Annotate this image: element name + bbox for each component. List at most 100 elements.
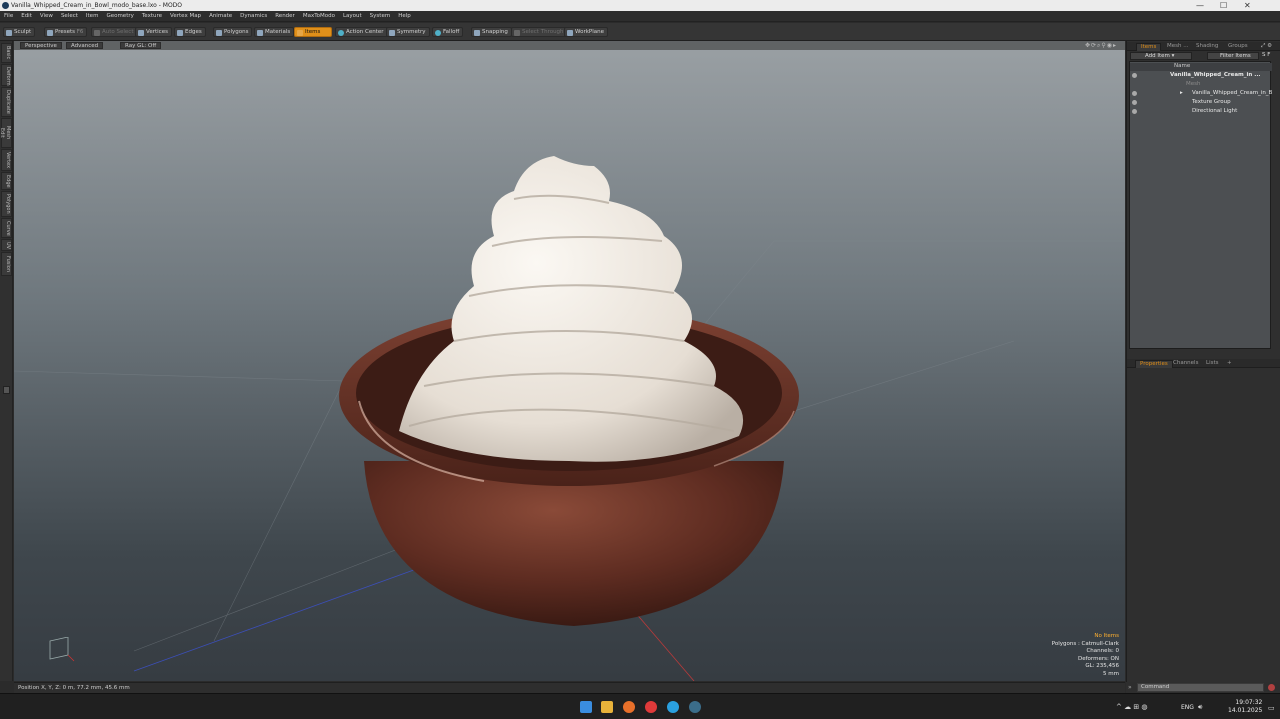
filter-items-field[interactable]: Filter Items: [1207, 52, 1259, 60]
tab-fusion[interactable]: Fusion: [1, 252, 12, 276]
menu-select[interactable]: Select: [57, 11, 82, 19]
menu-help[interactable]: Help: [394, 11, 415, 19]
hud-channels: Channels: 0: [1086, 648, 1119, 654]
tray-icons[interactable]: ^ ☁ ⊞ ◍: [1116, 703, 1148, 711]
symmetry-icon: [389, 30, 395, 36]
properties-tab-bar: Properties Channels Lists +: [1127, 359, 1280, 368]
status-bar: Position X, Y, Z: 0 m, 77.2 mm, 45.6 mm: [14, 682, 1125, 693]
tab-items[interactable]: Items: [1136, 43, 1162, 51]
filter-options-icon[interactable]: S F: [1262, 52, 1278, 60]
tab-mesh-edit[interactable]: Mesh Edit: [0, 118, 12, 148]
language-indicator[interactable]: ENG: [1181, 704, 1194, 711]
tab-basic[interactable]: Basic: [1, 43, 12, 63]
menu-vertex-map[interactable]: Vertex Map: [166, 11, 205, 19]
tab-deform[interactable]: Deform: [1, 64, 12, 86]
modo-taskbar-icon[interactable]: [689, 701, 701, 713]
symmetry-button[interactable]: Symmetry: [386, 27, 430, 37]
tab-properties[interactable]: Properties: [1135, 360, 1173, 368]
tab-groups[interactable]: Groups: [1224, 43, 1252, 51]
minimize-button[interactable]: —: [1196, 1, 1204, 10]
menu-layout[interactable]: Layout: [339, 11, 366, 19]
hud-unit: 5 mm: [1103, 670, 1119, 677]
tab-curve[interactable]: Curve: [1, 218, 12, 238]
yandex-icon[interactable]: [645, 701, 657, 713]
telegram-icon[interactable]: [667, 701, 679, 713]
presets-button[interactable]: Presets F6: [44, 27, 88, 37]
menu-file[interactable]: File: [0, 11, 17, 19]
select-through-button[interactable]: Select Through: [511, 27, 568, 37]
menu-system[interactable]: System: [366, 11, 395, 19]
viewport-nav-icons[interactable]: ✥⟳⌕⚲◉▸: [1085, 42, 1117, 50]
position-readout: Position X, Y, Z: 0 m, 77.2 mm, 45.6 mm: [18, 685, 130, 691]
menu-item[interactable]: Item: [82, 11, 103, 19]
window-title: Vanilla_Whipped_Cream_in_Bowl_modo_base.…: [11, 2, 183, 9]
menu-maxtomodo[interactable]: MaxToModo: [299, 11, 339, 19]
sculpt-button[interactable]: Sculpt: [3, 27, 36, 37]
list-item[interactable]: ▸ Vanilla_Whipped_Cream_in_B: [1130, 90, 1272, 98]
visibility-eye-icon[interactable]: [1132, 109, 1137, 114]
add-item-dropdown[interactable]: Add Item ▾: [1130, 52, 1192, 60]
command-input[interactable]: Command: [1137, 683, 1264, 692]
menu-bar: File Edit View Select Item Geometry Texture Ver…: [0, 11, 1280, 22]
presets-icon: [47, 30, 53, 36]
tab-channels[interactable]: Channels: [1169, 360, 1202, 368]
list-item[interactable]: Vanilla_Whipped_Cream_in ...: [1130, 72, 1272, 80]
tab-edge[interactable]: Edge: [1, 172, 12, 190]
visibility-eye-icon[interactable]: [1132, 100, 1137, 105]
vertices-button[interactable]: Vertices: [135, 27, 172, 37]
panel-options-icon[interactable]: ⤢ ⚙: [1257, 43, 1276, 51]
tab-duplicate[interactable]: Duplicate: [1, 87, 12, 117]
tab-lists[interactable]: Lists: [1202, 360, 1222, 368]
snapping-button[interactable]: Snapping: [471, 27, 512, 37]
menu-animate[interactable]: Animate: [205, 11, 236, 19]
3d-viewport[interactable]: Perspective Advanced Ray GL: Off ✥⟳⌕⚲◉▸ …: [14, 41, 1125, 681]
items-tab-bar: Items Mesh ... Shading Groups ⤢ ⚙: [1127, 42, 1280, 51]
close-button[interactable]: ✕: [1244, 1, 1251, 10]
tab-shading[interactable]: Shading: [1192, 43, 1222, 51]
clock[interactable]: 19:07:32 14.01.2025: [1228, 699, 1262, 715]
shading-dropdown[interactable]: Advanced: [66, 42, 104, 49]
action-center-button[interactable]: Action Center: [335, 27, 388, 37]
action-center-icon: [338, 30, 344, 36]
menu-geometry[interactable]: Geometry: [102, 11, 137, 19]
view-mode-dropdown[interactable]: Perspective: [20, 42, 62, 49]
menu-texture[interactable]: Texture: [138, 11, 166, 19]
falloff-button[interactable]: Falloff: [432, 27, 464, 37]
add-tab-button[interactable]: +: [1223, 360, 1236, 368]
tab-polygon[interactable]: Polygon: [1, 191, 12, 217]
tab-mesh-ops[interactable]: Mesh ...: [1163, 43, 1192, 51]
maximize-button[interactable]: ☐: [1220, 1, 1227, 10]
materials-icon: [257, 30, 263, 36]
hud-polygons: Polygons : Catmull-Clark: [1051, 640, 1119, 647]
menu-edit[interactable]: Edit: [17, 11, 36, 19]
list-item[interactable]: Mesh: [1130, 81, 1272, 89]
edges-button[interactable]: Edges: [174, 27, 206, 37]
auto-select-button[interactable]: Auto Select: [91, 27, 138, 37]
speaker-icon[interactable]: 🔊︎: [1198, 703, 1202, 712]
materials-button[interactable]: Materials: [254, 27, 295, 37]
browser-icon[interactable]: [623, 701, 635, 713]
strip-toggle-handle[interactable]: [3, 386, 10, 394]
menu-render[interactable]: Render: [271, 11, 299, 19]
axis-z-line: [633, 610, 695, 681]
list-item[interactable]: Texture Group: [1130, 99, 1272, 107]
tab-vertex[interactable]: Vertex: [1, 149, 12, 171]
menu-dynamics[interactable]: Dynamics: [236, 11, 271, 19]
file-explorer-icon[interactable]: [601, 701, 613, 713]
visibility-eye-icon[interactable]: [1132, 73, 1137, 78]
item-list[interactable]: Name Vanilla_Whipped_Cream_in ... Mesh ▸…: [1129, 61, 1272, 349]
notification-icon[interactable]: ▭: [1268, 704, 1275, 712]
workplane-button[interactable]: WorkPlane: [564, 27, 609, 37]
menu-view[interactable]: View: [36, 11, 57, 19]
windows-start-icon[interactable]: [580, 701, 592, 713]
polygons-button[interactable]: Polygons: [213, 27, 253, 37]
command-clear-icon[interactable]: [1268, 684, 1275, 691]
hud-deformers: Deformers: ON: [1078, 655, 1119, 662]
visibility-eye-icon[interactable]: [1132, 91, 1137, 96]
items-button[interactable]: Items: [294, 27, 332, 37]
list-item[interactable]: Directional Light: [1130, 108, 1272, 116]
title-bar: Vanilla_Whipped_Cream_in_Bowl_modo_base.…: [0, 0, 1280, 11]
falloff-icon: [435, 30, 441, 36]
ray-gl-toggle[interactable]: Ray GL: Off: [120, 42, 162, 49]
tab-uv[interactable]: UV: [1, 239, 12, 251]
